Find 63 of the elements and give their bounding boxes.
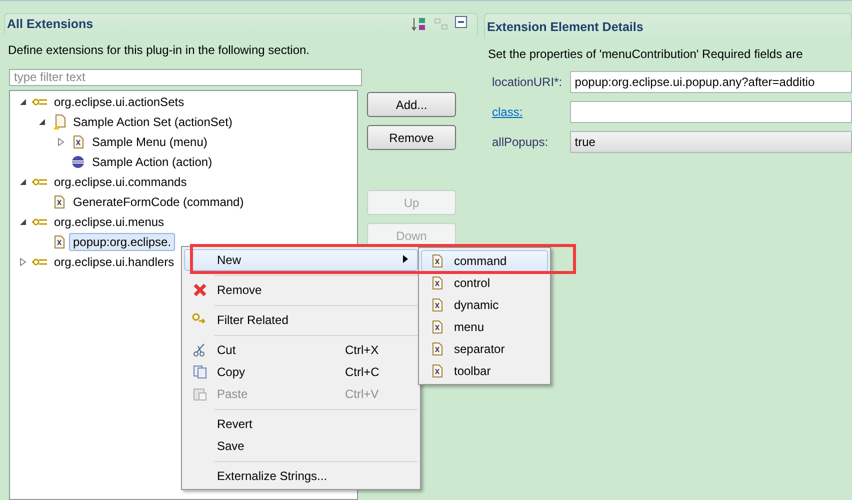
input-field[interactable] [570,101,852,123]
plug-icon [31,257,49,267]
menu-item[interactable]: Copy Ctrl+C [184,361,418,383]
field-label: locationURI*: [491,75,564,89]
section-title: All Extensions [7,17,94,32]
menu-item[interactable]: Cut Ctrl+X [184,339,418,361]
field-label: allPopups: [491,135,550,149]
plug-icon [31,217,49,227]
xml-element-icon [432,276,442,290]
collapse-icon[interactable] [19,218,27,226]
field-link[interactable]: class: [484,105,570,119]
tree-item[interactable]: Sample Action (action) [88,153,216,171]
xml-element-icon [72,135,84,149]
section-title: Extension Element Details [487,20,644,34]
menu-item[interactable]: command [421,250,548,272]
tree-item[interactable]: org.eclipse.ui.commands [50,173,191,191]
copy-icon [193,365,207,379]
plug-icon [31,97,49,107]
menu-item[interactable]: Filter Related [184,309,418,331]
menu-item[interactable]: separator [421,338,548,360]
delete-icon [193,283,207,297]
xml-element-icon [432,254,442,268]
xml-element-icon [54,235,64,249]
collapse-icon[interactable] [38,118,46,126]
filter-field[interactable]: type filter text [9,68,362,86]
tree-item[interactable]: org.eclipse.ui.handlers [50,253,178,271]
sort-icon[interactable] [411,16,427,32]
menu-item[interactable]: toolbar [421,360,548,382]
section-description: Define extensions for this plug-in in the following section. [8,42,310,57]
tree-button[interactable]: Remove [367,125,456,150]
tree-item[interactable]: popup:org.eclipse. [69,233,176,251]
section-description: Set the properties of 'menuContribution' Required fields are [488,47,804,61]
xml-element-icon [432,364,442,378]
xml-element-icon [54,195,64,209]
expand-icon[interactable] [19,258,27,266]
collapse-icon[interactable] [19,178,27,186]
plug-icon [31,177,49,187]
menu-item[interactable]: menu [421,316,548,338]
warning-element-icon [52,114,66,130]
sphere-icon [71,155,85,169]
menu-item[interactable]: Revert [184,413,418,435]
xml-element-icon [432,298,442,312]
menu-item[interactable]: Externalize Strings... [184,465,418,487]
tree-item[interactable]: Sample Menu (menu) [88,133,212,151]
tree-item[interactable]: GenerateFormCode (command) [69,193,248,211]
menu-item[interactable]: Remove [184,279,418,301]
menu-item[interactable]: Save [184,435,418,457]
tree-item[interactable]: Sample Action Set (actionSet) [69,113,236,131]
menu-item[interactable]: dynamic [421,294,548,316]
tree-item[interactable]: org.eclipse.ui.actionSets [50,93,188,111]
scissors-icon [193,343,207,357]
xml-element-icon [432,342,442,356]
menu-item[interactable]: control [421,272,548,294]
dropdown[interactable]: true [570,131,852,153]
tree-button[interactable]: Add... [367,92,456,117]
tree-item[interactable]: org.eclipse.ui.menus [50,213,168,231]
expand-icon[interactable] [57,138,65,146]
collapse-icon[interactable] [19,98,27,106]
input-field[interactable]: popup:org.eclipse.ui.popup.any?after=additio [570,71,852,93]
menu-item[interactable]: New [184,249,418,271]
paste-icon [193,387,207,401]
collapse-all-icon[interactable] [455,16,469,30]
xml-element-icon [432,320,442,334]
